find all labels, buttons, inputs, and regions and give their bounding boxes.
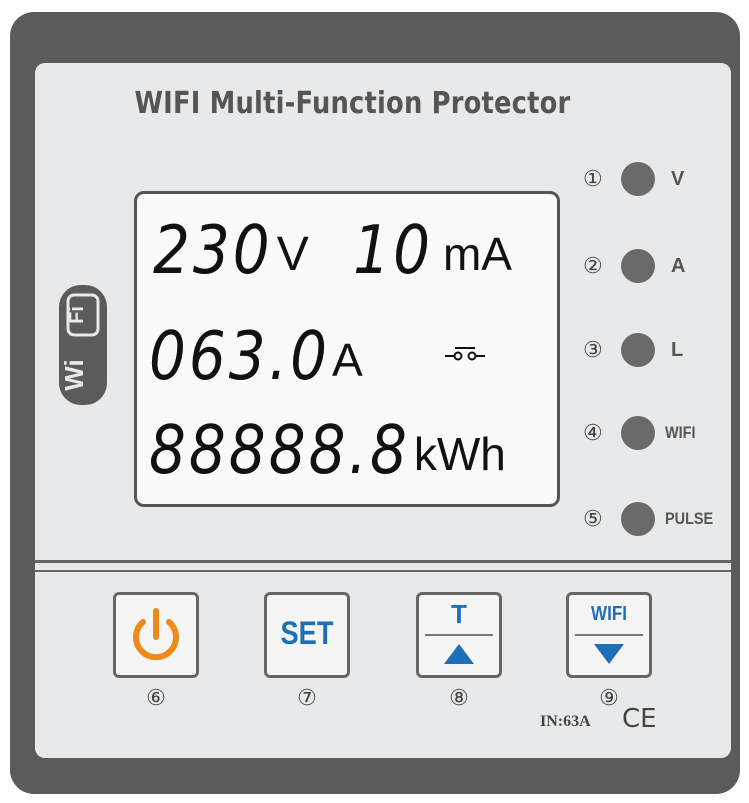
indicator-wifi: ④ WIFI [583,416,701,450]
lcd-display: 230V 10 mA 063.0A 88888.8kWh [134,191,560,507]
voltage-value: 230 [153,210,273,290]
indicator-label: WIFI [665,423,696,442]
wifi-badge-wi: Wi [59,359,89,391]
up-button-label: T [451,599,467,629]
relay-switch-icon [445,347,485,361]
panel-divider [35,560,731,563]
indicator-a: ② A [583,249,685,283]
indicator-label: PULSE [665,509,714,528]
leakage-value: 10 [353,210,433,290]
lcd-line-1: 230V 10 mA [153,211,512,289]
indicator-pulse: ⑤ PULSE [583,502,722,536]
current-unit: A [332,334,363,386]
lcd-line-3: 88888.8kWh [149,411,506,489]
lcd-line-2: 063.0A [149,317,363,395]
voltage-unit: V [276,228,309,281]
indicator-label: L [671,338,684,361]
indicator-label: A [671,254,686,277]
down-wifi-button[interactable]: WIFI [566,592,652,678]
ce-mark: CE [622,704,657,734]
indicator-number: ① [583,166,603,192]
indicator-number: ④ [583,420,603,446]
indicator-label: V [671,167,685,190]
button-number: ⑦ [297,686,317,711]
leakage-unit: mA [442,228,512,280]
wifi-badge-fi: Fi [66,306,88,324]
current-rating-label: IN:63A [540,713,591,730]
set-button-label: SET [280,615,334,651]
panel-divider [35,570,731,572]
led-icon [621,333,655,367]
led-icon [621,249,655,283]
led-icon [621,416,655,450]
device-title: WIFI Multi-Function Protector [134,86,571,121]
indicator-l: ③ L [583,333,683,367]
led-icon [621,502,655,536]
button-separator [425,634,493,636]
set-button[interactable]: SET [264,592,350,678]
button-number: ⑧ [449,686,469,711]
indicator-number: ② [583,253,603,279]
energy-unit: kWh [413,428,506,480]
down-button-label: WIFI [591,603,627,625]
indicator-v: ① V [583,162,684,196]
indicator-number: ⑤ [583,506,603,532]
up-t-button[interactable]: T [416,592,502,678]
power-button[interactable] [113,592,199,678]
current-value: 063.0 [149,316,331,396]
wifi-logo-icon: Fi Wi [59,285,107,405]
up-triangle-icon [444,644,474,664]
button-separator [575,634,643,636]
energy-value: 88888.8 [149,410,410,490]
indicator-number: ③ [583,337,603,363]
power-icon [133,608,179,661]
button-number: ⑥ [146,686,166,711]
led-icon [621,162,655,196]
down-triangle-icon [594,644,624,664]
